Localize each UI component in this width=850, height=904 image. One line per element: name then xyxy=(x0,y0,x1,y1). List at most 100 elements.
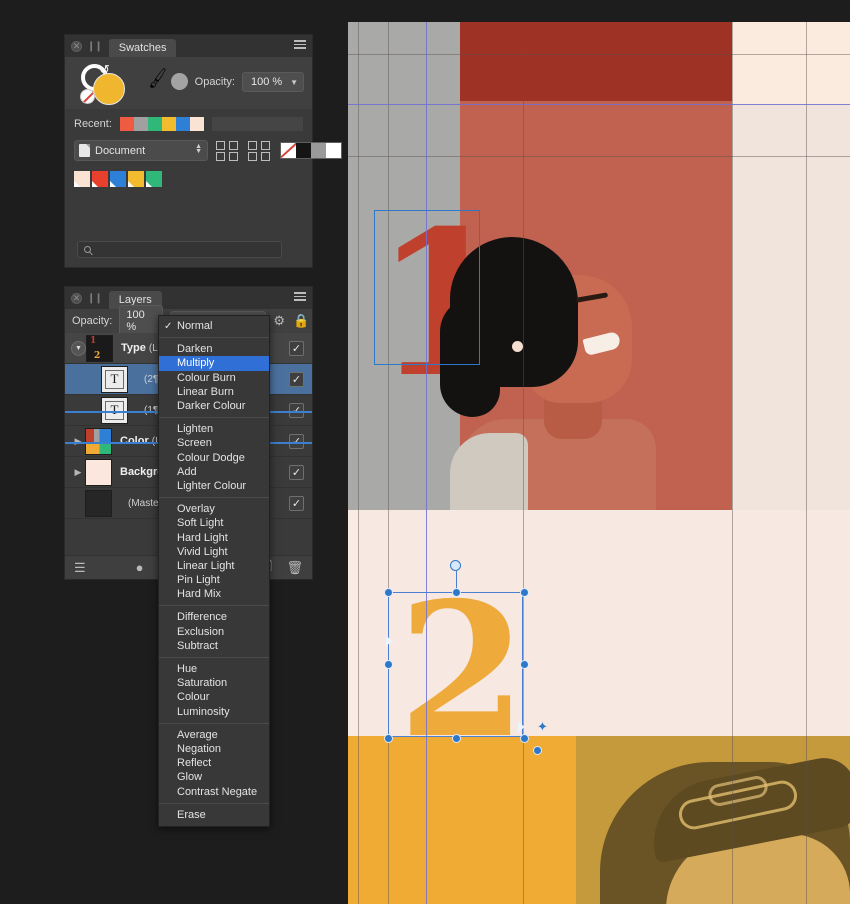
layer-thumbnail[interactable]: T xyxy=(101,396,128,424)
blend-mode-item[interactable]: Linear Burn xyxy=(159,385,269,399)
swatches-panel[interactable]: ✕ ❙❙ Swatches ↺ 🖌 Opacity: 100 % ▼ Recen… xyxy=(64,34,342,268)
blend-mode-item[interactable]: Saturation xyxy=(159,676,269,690)
layers-stack-icon[interactable]: ☰ xyxy=(74,560,86,576)
layer-thumbnail[interactable]: 12 xyxy=(86,334,113,362)
recent-swatch-2[interactable] xyxy=(147,117,162,131)
handle-middle-left[interactable] xyxy=(384,660,393,669)
bw-swatch-1[interactable] xyxy=(296,143,311,158)
opacity-dropdown[interactable]: 100 % ▼ xyxy=(242,72,304,92)
blend-mode-item[interactable]: Contrast Negate xyxy=(159,784,269,798)
eyedropper-icon[interactable]: 🖌 xyxy=(145,67,170,90)
fill-stroke-color-selector[interactable]: ↺ xyxy=(77,62,135,107)
link-swatch-icons[interactable] xyxy=(248,140,272,161)
layer-visibility-checkbox[interactable]: ✓ xyxy=(289,340,304,356)
swap-fill-stroke-icon[interactable]: ↺ xyxy=(99,62,110,78)
recent-swatch-3[interactable] xyxy=(161,117,176,131)
blend-mode-item[interactable]: Reflect xyxy=(159,756,269,770)
recent-swatch-0[interactable] xyxy=(119,117,134,131)
handle-top-right[interactable] xyxy=(520,588,529,597)
blend-mode-item[interactable]: Luminosity xyxy=(159,705,269,719)
blend-mode-item[interactable]: Add xyxy=(159,465,269,479)
blend-mode-item[interactable]: Linear Light xyxy=(159,559,269,573)
blend-mode-item[interactable]: Colour Burn xyxy=(159,371,269,385)
handle-bottom-left[interactable] xyxy=(384,734,393,743)
blend-mode-item[interactable]: Hue xyxy=(159,662,269,676)
expand-group-icon[interactable]: ▶ xyxy=(71,467,85,478)
bw-swatch-2[interactable] xyxy=(311,143,326,158)
blend-mode-item[interactable]: Difference xyxy=(159,610,269,624)
expand-group-icon[interactable]: ▶ xyxy=(71,436,85,447)
hamburger-menu-icon[interactable] xyxy=(294,292,306,303)
palette-select[interactable]: Document ▲ ▼ xyxy=(74,140,208,161)
search-input[interactable] xyxy=(77,241,282,258)
stepper-icon[interactable]: ▲ ▼ xyxy=(195,143,202,155)
grey-color-dot[interactable] xyxy=(171,73,188,90)
layer-visibility-checkbox[interactable]: ✓ xyxy=(289,402,304,418)
close-icon[interactable]: ✕ xyxy=(71,40,82,52)
close-icon[interactable]: ✕ xyxy=(71,292,82,304)
layer-thumbnail[interactable]: T xyxy=(101,365,128,393)
collapse-group-icon[interactable]: ▼ xyxy=(71,340,86,356)
document-swatch-3[interactable] xyxy=(128,171,144,187)
layer-visibility-checkbox[interactable]: ✓ xyxy=(289,371,304,387)
selection-bounding-box[interactable]: ✦ xyxy=(384,560,548,755)
document-canvas[interactable]: 1 2 ✦ xyxy=(348,22,850,904)
text-inflow-marker-left[interactable] xyxy=(386,636,393,646)
blend-mode-item[interactable]: Lighten xyxy=(159,422,269,436)
handle-top-left[interactable] xyxy=(384,588,393,597)
document-swatch-2[interactable] xyxy=(110,171,126,187)
blend-mode-item[interactable]: Darken xyxy=(159,342,269,356)
delete-layer-icon[interactable]: 🗑 xyxy=(286,560,303,576)
blend-mode-item[interactable]: Lighter Colour xyxy=(159,479,269,493)
gear-icon[interactable]: ⚙ xyxy=(273,313,285,329)
blend-mode-menu[interactable]: ✓ Normal Darken Multiply Colour Burn Linear B… xyxy=(158,315,270,827)
document-swatch-1[interactable] xyxy=(92,171,108,187)
layer-visibility-checkbox[interactable]: ✓ xyxy=(289,495,304,511)
blend-mode-item[interactable]: Multiply xyxy=(159,356,269,371)
blend-mode-item[interactable]: ✓ Normal xyxy=(159,319,269,333)
opacity-control[interactable]: Opacity: 100 % ▼ xyxy=(195,72,304,92)
add-swatch-icons[interactable] xyxy=(216,140,240,161)
layer-thumbnail[interactable] xyxy=(85,458,112,486)
pause-icon[interactable]: ❙❙ xyxy=(87,41,103,52)
recent-swatch-5[interactable] xyxy=(189,117,204,131)
blend-mode-item[interactable]: Vivid Light xyxy=(159,545,269,559)
blend-mode-item[interactable]: Hard Light xyxy=(159,530,269,544)
hamburger-menu-icon[interactable] xyxy=(294,40,306,51)
blend-mode-item[interactable]: Darker Colour xyxy=(159,399,269,413)
lock-icon[interactable]: 🔒 xyxy=(293,313,309,329)
no-color-icon[interactable] xyxy=(80,89,95,104)
layer-thumbnail[interactable] xyxy=(85,489,112,517)
blend-mode-item[interactable]: Hard Mix xyxy=(159,587,269,601)
text-frame-numeral-one[interactable] xyxy=(374,210,480,365)
layer-thumbnail[interactable] xyxy=(85,427,112,455)
blend-mode-item[interactable]: Glow xyxy=(159,770,269,784)
layer-visibility-checkbox[interactable]: ✓ xyxy=(289,464,304,480)
recent-swatch-4[interactable] xyxy=(175,117,190,131)
recent-colors-strip[interactable] xyxy=(119,117,204,131)
blend-mode-item[interactable]: Colour xyxy=(159,690,269,704)
handle-baseline[interactable] xyxy=(533,746,542,755)
handle-bottom-center[interactable] xyxy=(452,734,461,743)
tab-swatches[interactable]: Swatches xyxy=(108,38,177,58)
document-swatch-4[interactable] xyxy=(146,171,162,187)
text-overflow-marker-right[interactable] xyxy=(518,722,525,732)
blend-mode-item[interactable]: Colour Dodge xyxy=(159,451,269,465)
document-swatch-0[interactable] xyxy=(74,171,90,187)
handle-middle-right[interactable] xyxy=(520,660,529,669)
blend-mode-item[interactable]: Exclusion xyxy=(159,625,269,639)
document-swatches-grid[interactable] xyxy=(74,171,303,187)
handle-top-center[interactable] xyxy=(452,588,461,597)
blend-mode-item[interactable]: Screen xyxy=(159,436,269,450)
bw-swatch-strip[interactable] xyxy=(280,142,342,159)
bw-swatch-0[interactable] xyxy=(281,143,296,158)
blend-mode-item[interactable]: Subtract xyxy=(159,639,269,653)
blend-mode-item[interactable]: Soft Light xyxy=(159,516,269,530)
recent-swatch-1[interactable] xyxy=(133,117,148,131)
blend-mode-item[interactable]: Pin Light xyxy=(159,573,269,587)
pause-icon[interactable]: ❙❙ xyxy=(87,293,103,304)
layer-visibility-checkbox[interactable]: ✓ xyxy=(289,433,304,449)
rotation-handle[interactable] xyxy=(450,560,461,571)
blend-mode-item[interactable]: Average xyxy=(159,728,269,742)
blend-mode-item[interactable]: Negation xyxy=(159,742,269,756)
